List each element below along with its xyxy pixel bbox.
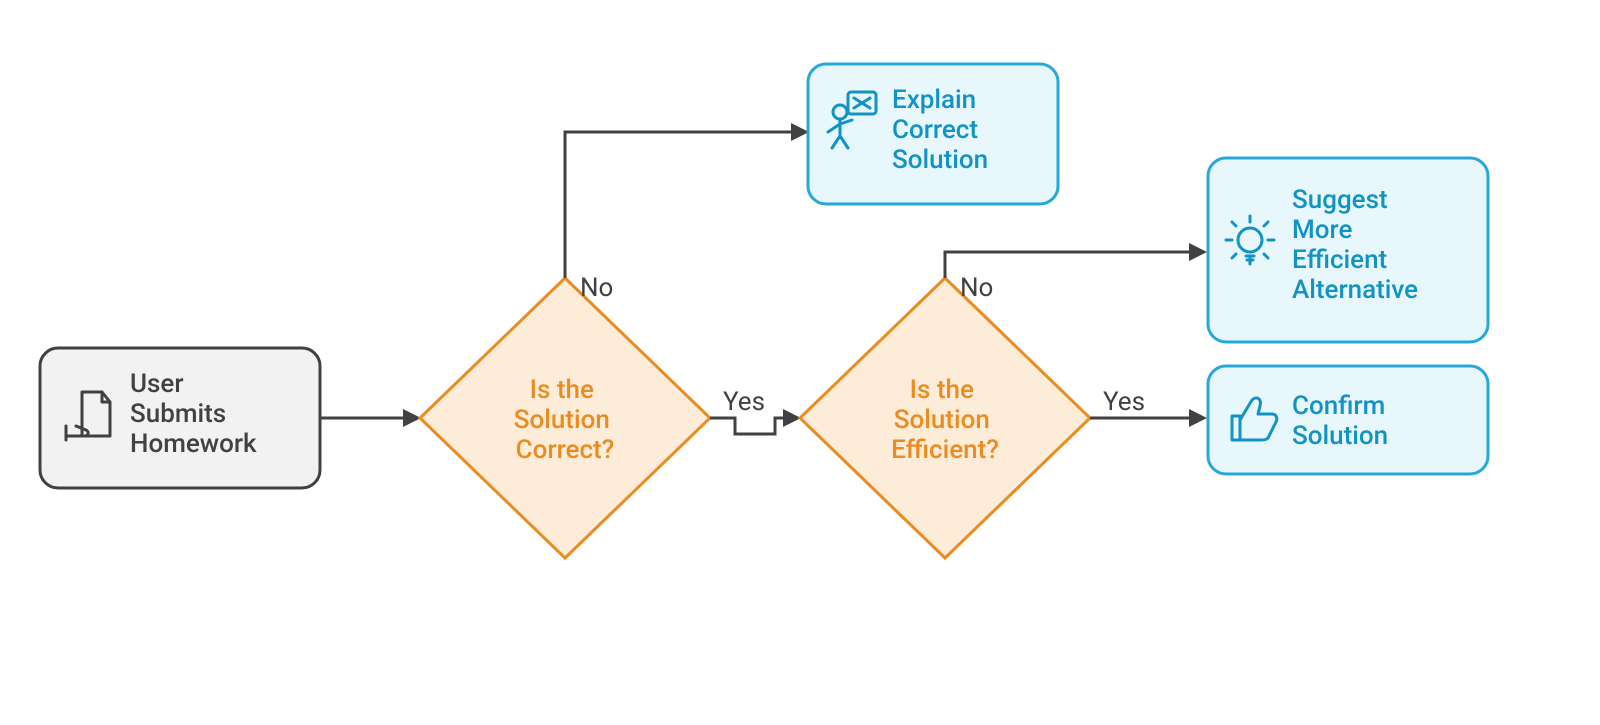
label-d1-yes: Yes (723, 387, 765, 417)
flowchart-canvas: User Submits Homework Is the Solution Co… (0, 0, 1600, 725)
edge-d1-no (565, 132, 806, 278)
node-outcome-explain-text: Explain Correct Solution (892, 85, 988, 175)
node-outcome-confirm: Confirm Solution (1208, 366, 1488, 474)
edge-d1-yes (710, 418, 798, 434)
node-decision-efficient: Is the Solution Efficient? (800, 278, 1090, 558)
node-outcome-explain: Explain Correct Solution (808, 64, 1058, 204)
node-outcome-suggest: Suggest More Efficient Alternative (1208, 158, 1488, 342)
label-d2-no: No (960, 273, 993, 303)
node-start: User Submits Homework (40, 348, 320, 488)
label-d1-no: No (580, 273, 613, 303)
node-outcome-confirm-text: Confirm Solution (1292, 391, 1392, 451)
node-decision-correct: Is the Solution Correct? (420, 278, 710, 558)
label-d2-yes: Yes (1103, 387, 1145, 417)
